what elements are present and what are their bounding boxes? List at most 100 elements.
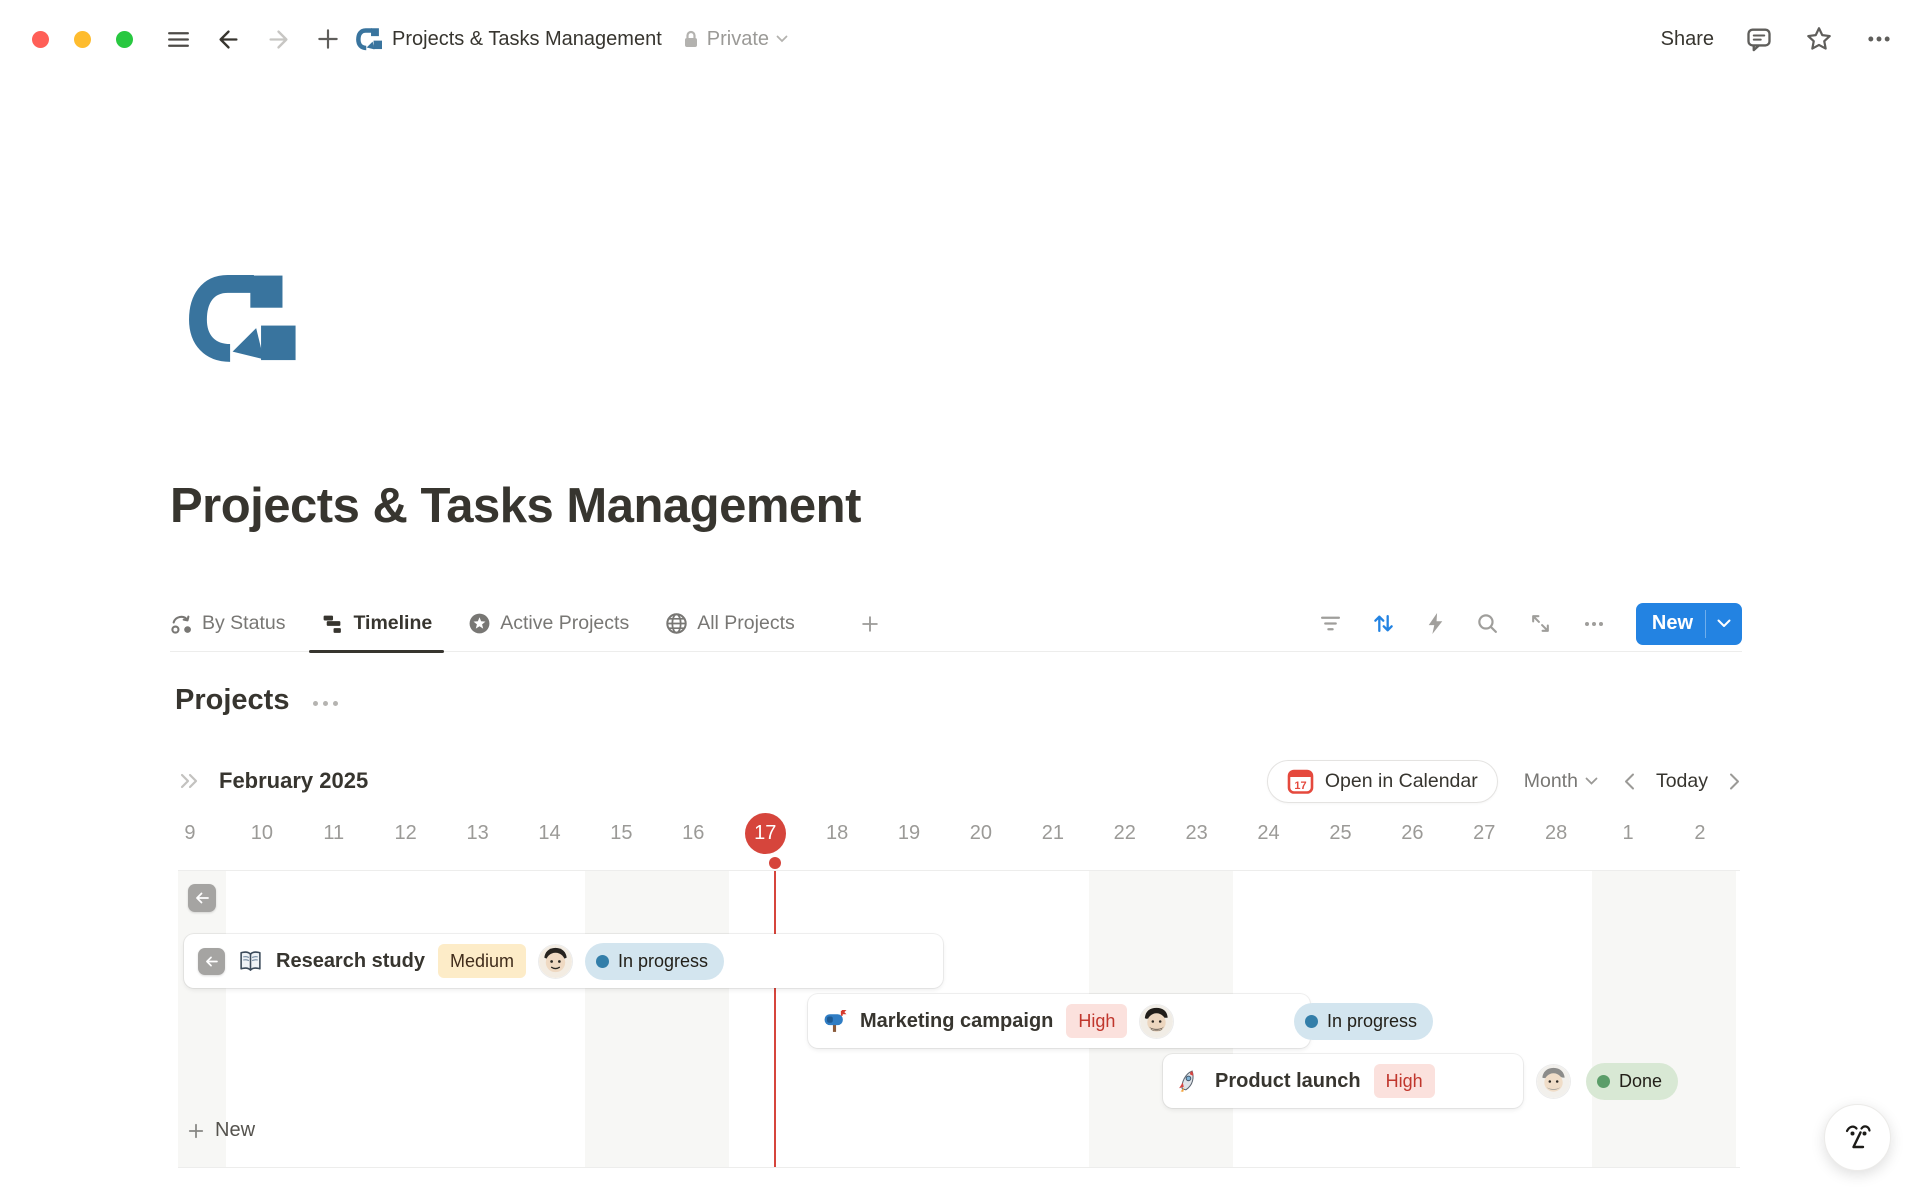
- tab-by-status[interactable]: By Status: [170, 596, 285, 652]
- privacy-label: Private: [707, 28, 769, 51]
- notion-window: Projects & Tasks Management Private Shar…: [0, 0, 1920, 1200]
- double-chevron-icon[interactable]: [178, 771, 204, 791]
- new-button[interactable]: New: [1636, 603, 1742, 645]
- new-button-label: New: [1636, 603, 1705, 645]
- forward-icon[interactable]: [263, 24, 293, 54]
- status-icon: [170, 612, 193, 635]
- filter-icon[interactable]: [1319, 612, 1342, 635]
- mailbox-emoji: [822, 1009, 847, 1034]
- date-cell: 1: [1592, 811, 1664, 855]
- breadcrumb-page-title[interactable]: Projects & Tasks Management: [392, 28, 662, 51]
- view-tabs-bar: By Status Timeline Active Projects All P…: [170, 596, 1742, 652]
- tab-all-projects[interactable]: All Projects: [665, 596, 795, 652]
- today-button[interactable]: Today: [1656, 770, 1708, 793]
- expand-icon[interactable]: [1529, 612, 1552, 635]
- assignee-avatar[interactable]: [1537, 1065, 1570, 1098]
- notion-ai-button[interactable]: [1824, 1104, 1891, 1171]
- status-pill[interactable]: In progress: [1294, 1003, 1433, 1040]
- project-title: Research study: [276, 950, 425, 973]
- new-page-icon[interactable]: [313, 24, 343, 54]
- tab-timeline[interactable]: Timeline: [321, 596, 432, 652]
- priority-tag[interactable]: High: [1066, 1004, 1127, 1038]
- star-icon[interactable]: [1804, 24, 1834, 54]
- date-cell: 16: [657, 811, 729, 855]
- calendar-icon: 17: [1287, 768, 1314, 795]
- date-cell: 27: [1448, 811, 1520, 855]
- tab-label: Active Projects: [500, 612, 629, 635]
- plus-icon: [186, 1121, 206, 1141]
- search-icon[interactable]: [1476, 612, 1499, 635]
- weekend-column: [657, 871, 729, 1167]
- timeline-row: Product launch High Done: [1163, 1054, 1678, 1108]
- tab-active-projects[interactable]: Active Projects: [468, 596, 629, 652]
- globe-icon: [665, 612, 688, 635]
- project-bar-research-study[interactable]: Research study Medium In progress: [184, 934, 943, 988]
- priority-tag[interactable]: High: [1374, 1064, 1435, 1098]
- add-row-label: New: [215, 1119, 255, 1142]
- zoom-window-button[interactable]: [116, 31, 133, 48]
- database-title[interactable]: Projects: [175, 684, 289, 717]
- open-in-calendar-label: Open in Calendar: [1325, 770, 1478, 793]
- star-circle-icon: [468, 612, 491, 635]
- open-in-calendar-button[interactable]: 17 Open in Calendar: [1267, 760, 1498, 803]
- menu-icon[interactable]: [163, 24, 193, 54]
- new-button-chevron-down-icon[interactable]: [1706, 603, 1742, 645]
- scroll-to-bar-left-icon[interactable]: [198, 948, 225, 975]
- ai-face-icon: [1838, 1118, 1878, 1158]
- date-cell: 11: [298, 811, 370, 855]
- timeline-icon: [321, 612, 344, 635]
- chevron-down-icon: [1585, 777, 1598, 786]
- assignee-avatar[interactable]: [1140, 1005, 1173, 1038]
- more-icon[interactable]: [1864, 24, 1894, 54]
- project-title: Product launch: [1215, 1070, 1361, 1093]
- sort-icon[interactable]: [1372, 612, 1395, 635]
- status-pill[interactable]: In progress: [585, 943, 724, 980]
- chevron-down-icon: [776, 35, 788, 43]
- status-label: Done: [1619, 1071, 1662, 1092]
- status-dot: [1597, 1075, 1610, 1088]
- lock-icon: [682, 29, 700, 49]
- back-icon[interactable]: [213, 24, 243, 54]
- next-month-icon[interactable]: [1729, 773, 1740, 790]
- project-title: Marketing campaign: [860, 1010, 1053, 1033]
- date-cell-today: 17: [729, 811, 801, 855]
- scroll-to-bar-left-icon[interactable]: [188, 884, 216, 912]
- date-cell: 22: [1089, 811, 1161, 855]
- timeline-row: Marketing campaign High In progress: [808, 994, 1433, 1048]
- timeline-row: Research study Medium In progress: [184, 934, 943, 988]
- prev-month-icon[interactable]: [1624, 773, 1635, 790]
- date-cell: 13: [442, 811, 514, 855]
- project-bar-marketing-campaign[interactable]: Marketing campaign High: [808, 994, 1310, 1048]
- page-icon[interactable]: [184, 272, 300, 372]
- assignee-avatar[interactable]: [539, 945, 572, 978]
- today-marker-dot: [769, 857, 781, 869]
- priority-tag[interactable]: Medium: [438, 944, 526, 978]
- privacy-menu[interactable]: Private: [682, 28, 788, 51]
- date-cell: 15: [585, 811, 657, 855]
- add-view-icon[interactable]: [859, 613, 881, 635]
- page-logo-icon: [355, 26, 382, 53]
- book-emoji: [238, 949, 263, 974]
- tab-label: By Status: [202, 612, 285, 635]
- view-tabs: By Status Timeline Active Projects All P…: [170, 596, 881, 652]
- timeline-scale-select[interactable]: Month: [1524, 770, 1598, 793]
- date-cell: 19: [873, 811, 945, 855]
- project-bar-product-launch[interactable]: Product launch High: [1163, 1054, 1523, 1108]
- minimize-window-button[interactable]: [74, 31, 91, 48]
- automation-icon[interactable]: [1425, 612, 1446, 635]
- add-row-button[interactable]: New: [186, 1119, 255, 1142]
- status-dot: [1305, 1015, 1318, 1028]
- status-dot: [596, 955, 609, 968]
- share-button[interactable]: Share: [1661, 28, 1714, 51]
- more-options-icon[interactable]: [1582, 612, 1606, 636]
- timeline-grid: Research study Medium In progress: [178, 870, 1740, 1168]
- status-label: In progress: [1327, 1011, 1417, 1032]
- date-cell: 20: [945, 811, 1017, 855]
- rocket-emoji: [1177, 1069, 1202, 1094]
- status-label: In progress: [618, 951, 708, 972]
- date-cell: 28: [1520, 811, 1592, 855]
- database-more-icon[interactable]: [313, 695, 338, 706]
- comment-icon[interactable]: [1744, 24, 1774, 54]
- close-window-button[interactable]: [32, 31, 49, 48]
- status-pill[interactable]: Done: [1586, 1063, 1678, 1100]
